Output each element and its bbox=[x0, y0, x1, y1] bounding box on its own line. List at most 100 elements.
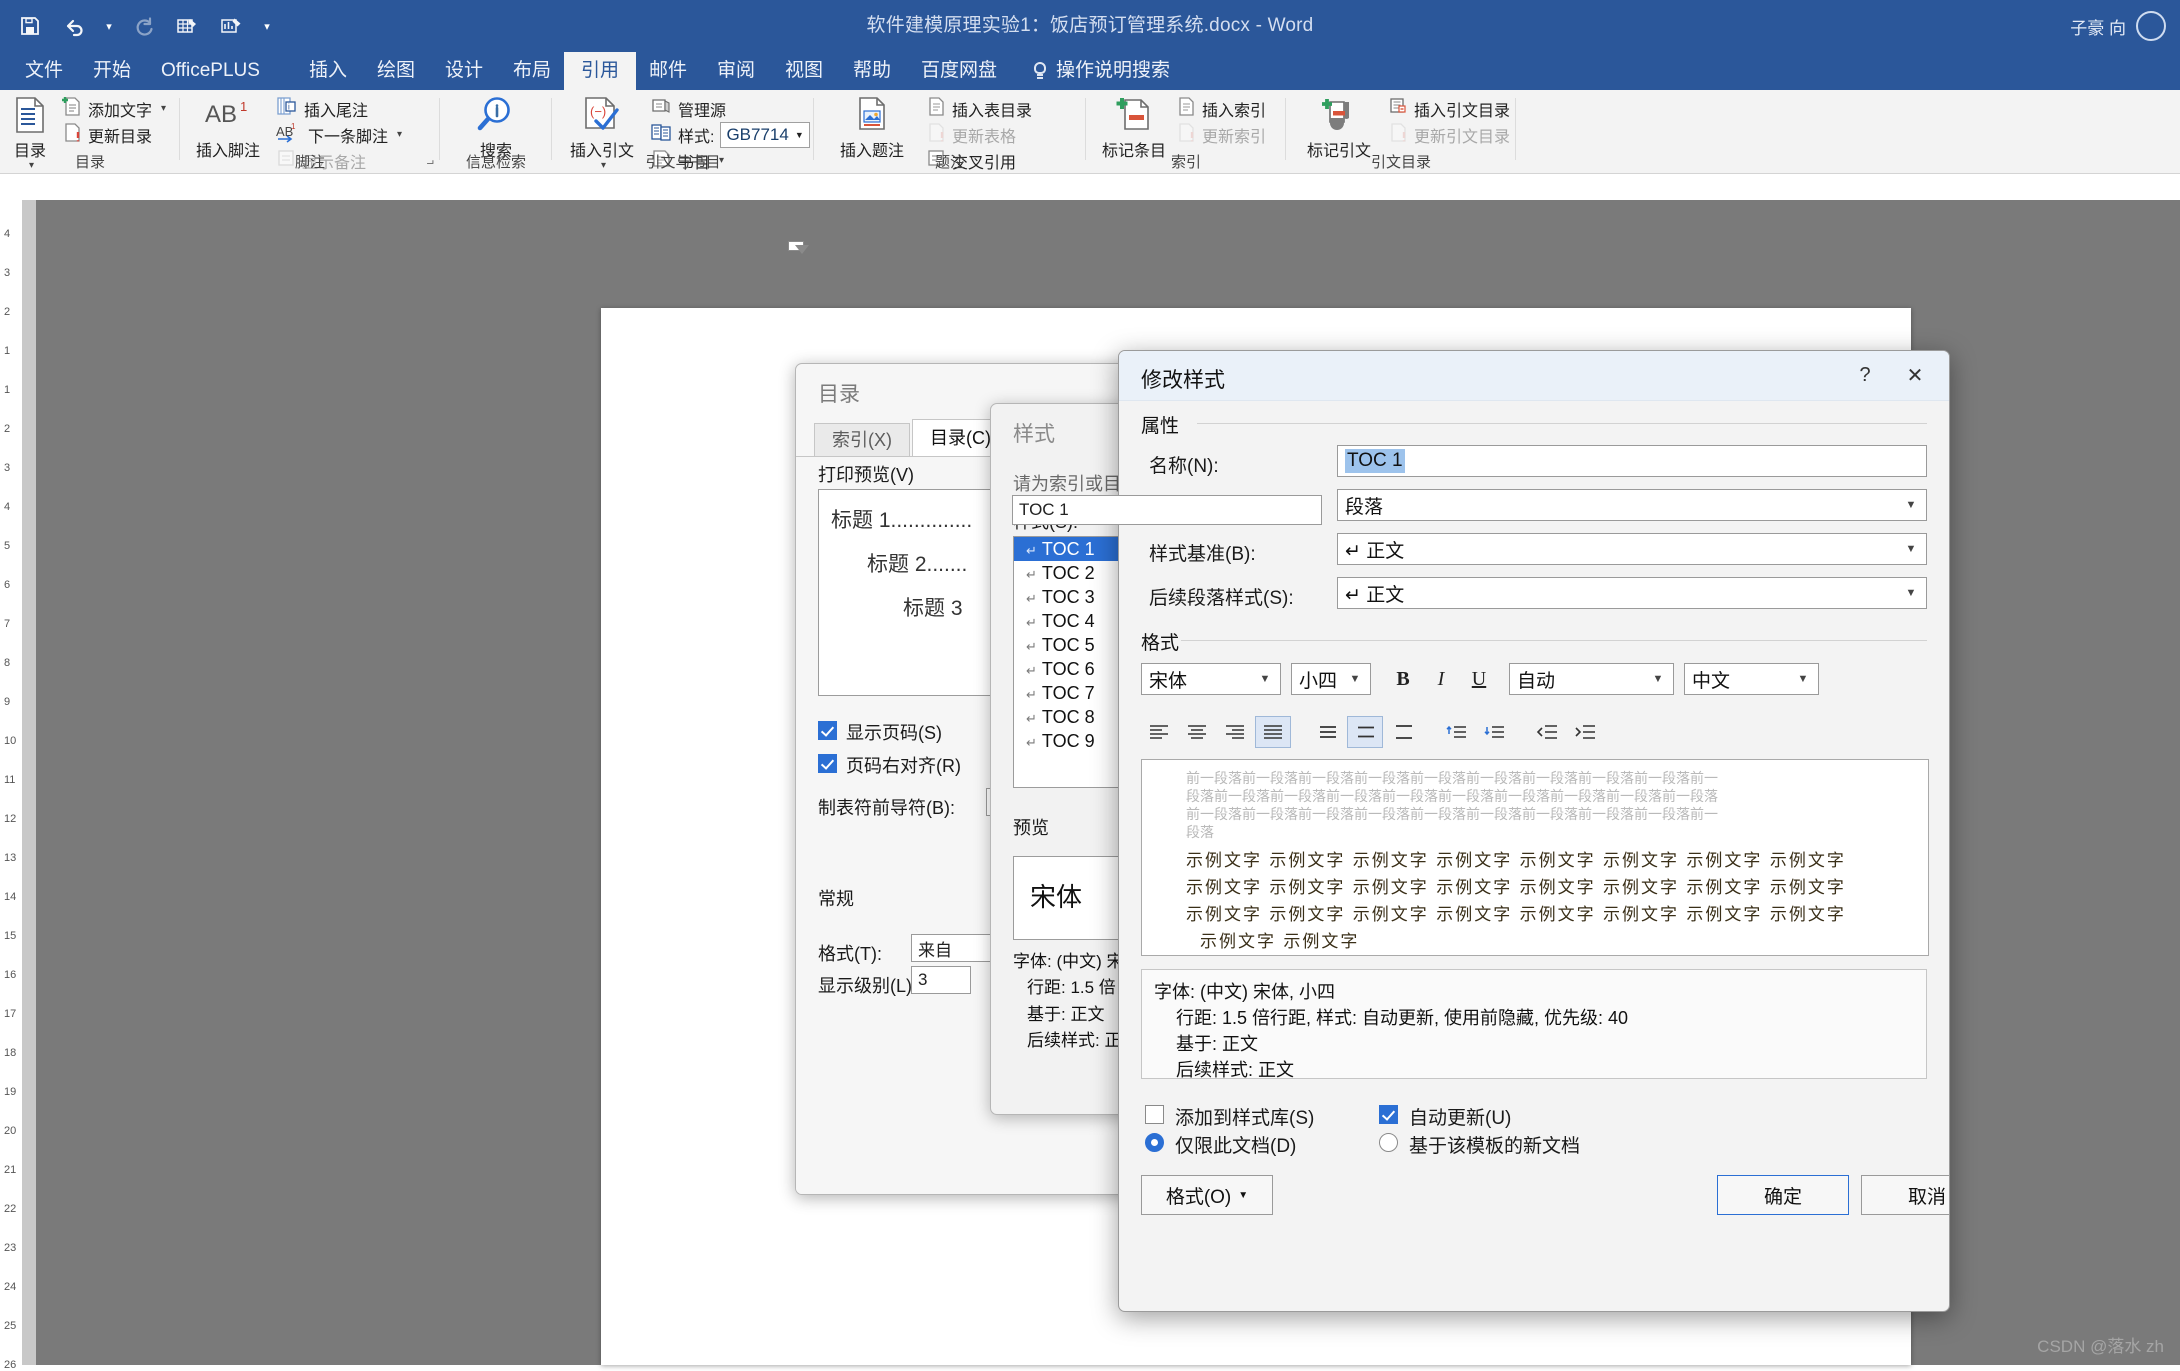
ribbon-button-插入表目录[interactable]: 插入表目录 bbox=[926, 96, 1082, 121]
close-icon[interactable]: ✕ bbox=[1895, 356, 1935, 394]
style-type-dropdown[interactable]: 段落 ▼ bbox=[1337, 489, 1927, 521]
ribbon-button-添加文字[interactable]: 添加文字 ▾ bbox=[62, 96, 180, 121]
font-family-value: 宋体 bbox=[1149, 670, 1188, 692]
italic-button[interactable]: I bbox=[1423, 663, 1459, 695]
ribbon-button-管理源[interactable]: 管理源 bbox=[650, 96, 810, 121]
bold-button[interactable]: B bbox=[1385, 663, 1421, 695]
line-spacing-single-button[interactable] bbox=[1309, 716, 1345, 748]
chevron-down-icon[interactable]: ▼ bbox=[1340, 664, 1370, 694]
ribbon-button-插入引文目录[interactable]: 插入引文目录 bbox=[1388, 96, 1514, 121]
chevron-down-icon[interactable]: ▼ bbox=[1788, 664, 1818, 694]
ok-button[interactable]: 确定 bbox=[1717, 1175, 1849, 1215]
chevron-down-icon[interactable]: ▼ bbox=[1896, 578, 1926, 608]
style-name-input[interactable]: TOC 1 bbox=[1337, 445, 1927, 477]
line-spacing-1-5-button[interactable] bbox=[1347, 716, 1383, 748]
tab-审阅[interactable]: 审阅 bbox=[700, 52, 772, 90]
preview-ghost-line: 前一段落前一段落前一段落前一段落前一段落前一段落前一段落前一段落前一段落前一 bbox=[1186, 770, 1718, 786]
tab-label: 布局 bbox=[513, 60, 552, 81]
tab-邮件[interactable]: 邮件 bbox=[632, 52, 704, 90]
line-spacing-double-button[interactable] bbox=[1385, 716, 1421, 748]
tab-帮助[interactable]: 帮助 bbox=[836, 52, 908, 90]
chevron-down-icon: ▼ bbox=[1238, 1189, 1249, 1201]
tab-开始[interactable]: 开始 bbox=[76, 52, 148, 90]
indent-marker-bottom[interactable] bbox=[795, 245, 809, 254]
tab-视图[interactable]: 视图 bbox=[768, 52, 840, 90]
align-right-button[interactable] bbox=[1217, 716, 1253, 748]
style-preview-pane: 前一段落前一段落前一段落前一段落前一段落前一段落前一段落前一段落前一段落前一 段落… bbox=[1141, 759, 1929, 956]
add-to-style-gallery-checkbox[interactable] bbox=[1145, 1105, 1164, 1124]
decrease-spacing-before-button[interactable] bbox=[1439, 716, 1475, 748]
auto-update-checkbox[interactable] bbox=[1379, 1105, 1398, 1124]
tab-OfficePLUS[interactable]: OfficePLUS bbox=[144, 52, 277, 90]
language-dropdown[interactable]: 中文 ▼ bbox=[1684, 663, 1819, 695]
decrease-indent-button[interactable] bbox=[1529, 716, 1565, 748]
underline-button[interactable]: U bbox=[1461, 663, 1497, 695]
ribbon-button-插入尾注[interactable]: i 插入尾注 bbox=[276, 96, 436, 121]
align-center-button[interactable] bbox=[1179, 716, 1215, 748]
ribbon-button-样式[interactable]: 样式: GB7714 ▼ bbox=[650, 121, 810, 148]
left-gutter bbox=[22, 200, 36, 1365]
tab-引用[interactable]: 引用 bbox=[564, 52, 637, 90]
paragraph-mark-icon: ↵ bbox=[1026, 735, 1037, 750]
title-bar: ▾ ▾ 软件建模原理实验1：饭店预订管理系统.docx - Word 子豪 向 bbox=[0, 0, 2180, 52]
tab-绘图[interactable]: 绘图 bbox=[360, 52, 432, 90]
chevron-down-icon[interactable]: ▼ bbox=[1896, 534, 1926, 564]
chevron-down-icon[interactable]: ▼ bbox=[1896, 490, 1926, 520]
only-this-document-radio[interactable] bbox=[1145, 1133, 1164, 1152]
align-justify-button[interactable] bbox=[1255, 716, 1291, 748]
increase-spacing-after-button[interactable] bbox=[1477, 716, 1513, 748]
ribbon-button-更新引文目录: 更新引文目录 bbox=[1388, 122, 1514, 147]
show-page-numbers-checkbox[interactable] bbox=[818, 721, 837, 740]
style-selected-combo[interactable]: TOC 1 bbox=[1012, 495, 1322, 525]
chevron-down-icon[interactable]: ▼ bbox=[1643, 664, 1673, 694]
ribbon-button-更新目录[interactable]: 更新目录 bbox=[62, 122, 180, 147]
mark-citation-icon bbox=[1296, 94, 1382, 136]
user-account[interactable]: 子豪 向 bbox=[2070, 0, 2166, 52]
show-levels-value: 3 bbox=[918, 970, 928, 989]
show-levels-spinner[interactable]: 3 bbox=[911, 966, 971, 994]
align-left-button[interactable] bbox=[1141, 716, 1177, 748]
avatar[interactable] bbox=[2136, 11, 2166, 41]
style-based-on-value: ↵ 正文 bbox=[1345, 540, 1405, 562]
vruler-tick: 5 bbox=[4, 540, 11, 552]
ribbon-tab-strip[interactable]: 文件 开始 OfficePLUS 插入 绘图 设计 布局 引用 邮件 审阅 视图 帮助 百度网盘 操作说明… bbox=[0, 52, 2180, 90]
font-family-dropdown[interactable]: 宋体 ▼ bbox=[1141, 663, 1281, 695]
chevron-down-icon[interactable]: ▾ bbox=[161, 103, 166, 114]
horizontal-ruler[interactable]: | 8 || 6 || 4 || 2 || 2 || 4 || 6 || 8 |… bbox=[0, 174, 2180, 369]
tab-插入[interactable]: 插入 bbox=[292, 52, 364, 90]
bibliography-style-combo[interactable]: GB7714 ▼ bbox=[720, 121, 810, 148]
tab-label: 审阅 bbox=[717, 60, 756, 81]
help-icon[interactable]: ? bbox=[1845, 356, 1885, 394]
ribbon-button-插入索引[interactable]: 插入索引 bbox=[1176, 96, 1284, 121]
ribbon-button-下一条脚注[interactable]: AB 1 下一条脚注 ▾ bbox=[276, 122, 436, 147]
vruler-tick: 2 bbox=[4, 423, 11, 435]
chevron-down-icon[interactable]: ▾ bbox=[397, 129, 402, 140]
vruler-tick: 21 bbox=[4, 1164, 17, 1176]
tab-文件[interactable]: 文件 bbox=[8, 52, 80, 90]
ribbon-button-label: 添加文字 bbox=[88, 102, 153, 120]
preview-sample-line: 示例文字 示例文字 bbox=[1200, 932, 1360, 952]
cancel-button[interactable]: 取消 bbox=[1861, 1175, 1949, 1215]
toc-dialog-tab-索引(X)[interactable]: 索引(X) bbox=[814, 423, 910, 456]
next-paragraph-style-value: ↵ 正文 bbox=[1345, 584, 1405, 606]
next-paragraph-style-dropdown[interactable]: ↵ 正文 ▼ bbox=[1337, 577, 1927, 609]
chevron-down-icon[interactable]: ▼ bbox=[795, 130, 804, 140]
style-based-on-dropdown[interactable]: ↵ 正文 ▼ bbox=[1337, 533, 1927, 565]
tab-布局[interactable]: 布局 bbox=[496, 52, 568, 90]
tab-百度网盘[interactable]: 百度网盘 bbox=[904, 52, 1014, 90]
print-preview-label: 打印预览(V) bbox=[818, 465, 914, 485]
vruler-tick: 13 bbox=[4, 852, 17, 864]
font-size-dropdown[interactable]: 小四 ▼ bbox=[1291, 663, 1371, 695]
new-documents-from-template-radio[interactable] bbox=[1379, 1133, 1398, 1152]
dialog-launcher-icon[interactable]: ⌐ bbox=[418, 155, 434, 171]
font-color-dropdown[interactable]: 自动 ▼ bbox=[1509, 663, 1674, 695]
tell-me-search[interactable]: 操作说明搜索 bbox=[1032, 52, 1170, 90]
toc-preview-line: 标题 1.............. bbox=[831, 509, 973, 532]
format-menu-button[interactable]: 格式(O) ▼ bbox=[1141, 1175, 1273, 1215]
tab-设计[interactable]: 设计 bbox=[428, 52, 500, 90]
ribbon-group-label: 目录 bbox=[74, 154, 105, 171]
increase-indent-button[interactable] bbox=[1567, 716, 1603, 748]
style-description-line: 基于: 正文 bbox=[1176, 1034, 1259, 1055]
right-align-page-numbers-checkbox[interactable] bbox=[818, 754, 837, 773]
chevron-down-icon[interactable]: ▼ bbox=[1250, 664, 1280, 694]
